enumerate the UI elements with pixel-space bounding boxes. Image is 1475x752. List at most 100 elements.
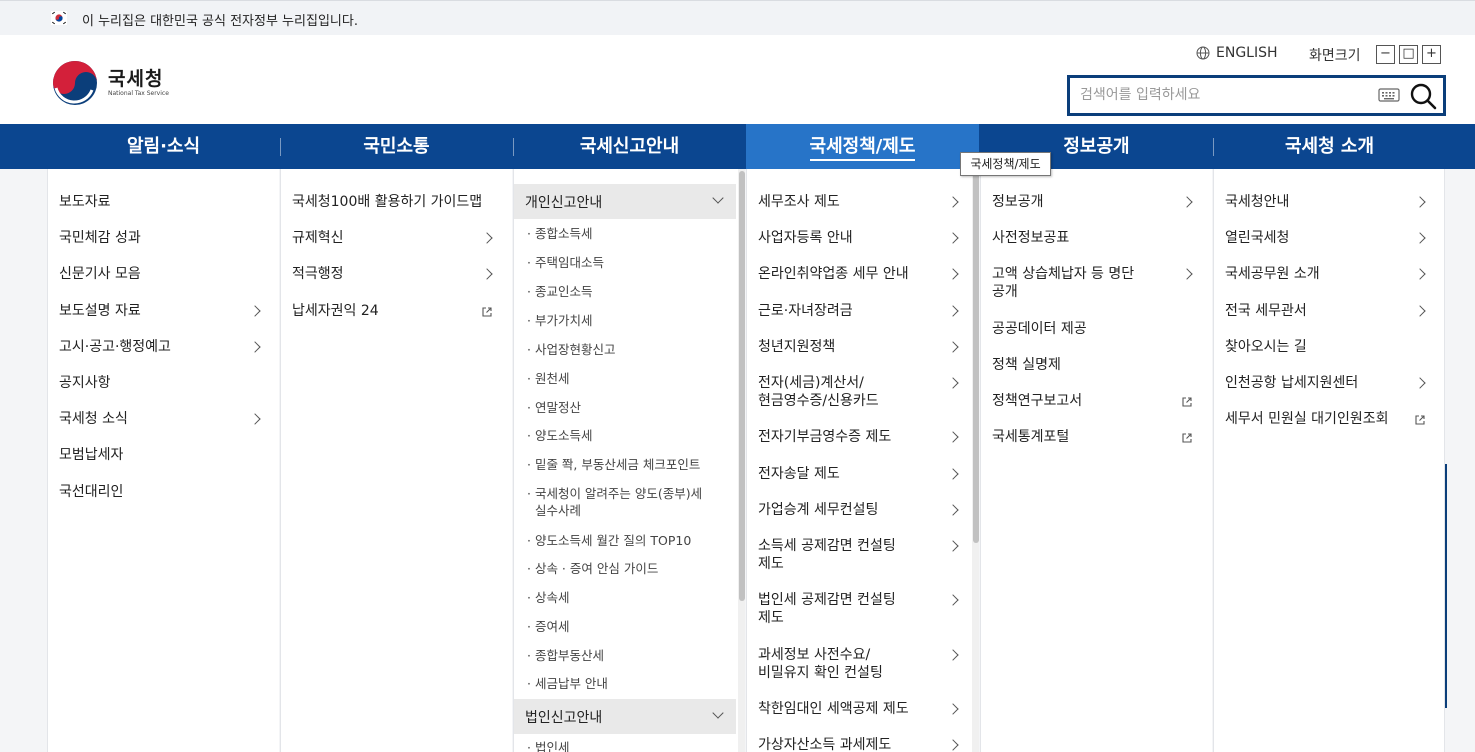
chevron-right-icon	[947, 377, 959, 389]
sub-menu-item[interactable]: · 상속 · 증여 안심 가이드	[527, 561, 658, 577]
menu-item[interactable]: 소득세 공제감면 컨설팅	[758, 537, 896, 555]
sub-menu-item[interactable]: · 부가가치세	[527, 313, 592, 329]
menu-item[interactable]: 근로·자녀장려금	[758, 302, 853, 320]
sub-menu-item[interactable]: · 양도소득세	[527, 428, 592, 444]
menu-col-disclosure: 정보공개 사전정보공표 고액 상습체납자 등 명단 공개 공공데이터 제공 정책…	[980, 169, 1212, 752]
menu-item[interactable]: 사업자등록 안내	[758, 229, 853, 247]
sub-menu-item[interactable]: · 국세청이 알려주는 양도(종부)세	[527, 486, 702, 502]
menu-item[interactable]: 납세자권익 24	[292, 302, 379, 320]
english-link[interactable]: ENGLISH	[1196, 45, 1278, 61]
menu-item[interactable]: 찾아오시는 길	[1225, 338, 1307, 356]
sub-menu-item[interactable]: · 사업장현황신고	[527, 342, 615, 358]
chevron-right-icon	[1414, 232, 1426, 244]
menu-item[interactable]: 전자기부금영수증 제도	[758, 428, 891, 446]
menu-item[interactable]: 세무조사 제도	[758, 193, 840, 211]
accordion-corporate[interactable]: 법인신고안내	[514, 699, 736, 734]
sub-menu-item[interactable]: · 세금납부 안내	[527, 676, 608, 692]
menu-item[interactable]: 보도자료	[59, 193, 111, 211]
menu-item[interactable]: 과세정보 사전수요/	[758, 646, 870, 664]
sub-menu-item[interactable]: · 양도소득세 월간 질의 TOP10	[527, 533, 691, 549]
menu-item[interactable]: 국선대리인	[59, 483, 123, 501]
menu-item[interactable]: 전자송달 제도	[758, 465, 840, 483]
menu-item-cont[interactable]: 제도	[758, 555, 784, 573]
font-decrease-button[interactable]: −	[1376, 45, 1395, 64]
menu-item[interactable]: 모범납세자	[59, 446, 123, 464]
scrollbar-thumb[interactable]	[973, 171, 979, 543]
chevron-right-icon	[481, 232, 493, 244]
font-increase-button[interactable]: +	[1422, 45, 1441, 64]
menu-col-news: 보도자료 국민체감 성과 신문기사 모음 보도설명 자료 고시·공고·행정예고 …	[47, 169, 279, 752]
nts-emblem-icon	[53, 61, 97, 105]
menu-item[interactable]: 착한임대인 세액공제 제도	[758, 700, 909, 718]
nav-tax-filing[interactable]: 국세신고안내	[513, 124, 746, 169]
menu-item[interactable]: 적극행정	[292, 265, 344, 283]
menu-item[interactable]: 가업승계 세무컨설팅	[758, 501, 878, 519]
chevron-right-icon	[947, 232, 959, 244]
menu-item[interactable]: 청년지원정책	[758, 338, 835, 356]
menu-item[interactable]: 온라인취약업종 세무 안내	[758, 265, 909, 283]
menu-item[interactable]: 정책 실명제	[992, 356, 1061, 374]
sub-menu-item[interactable]: · 밑줄 쫙, 부동산세금 체크포인트	[527, 457, 700, 473]
logo-subtitle: National Tax Service	[108, 90, 169, 97]
menu-item[interactable]: 인천공항 납세지원센터	[1225, 374, 1358, 392]
menu-col-tax-policy: 세무조사 제도 사업자등록 안내 온라인취약업종 세무 안내 근로·자녀장려금 …	[746, 169, 979, 752]
menu-item[interactable]: 가상자산소득 과세제도	[758, 736, 891, 752]
search-input[interactable]	[1080, 87, 1370, 103]
nav-tax-policy[interactable]: 국세정책/제도	[746, 124, 979, 169]
sub-menu-item[interactable]: · 원천세	[527, 371, 569, 387]
menu-item[interactable]: 규제혁신	[292, 229, 344, 247]
menu-item[interactable]: 신문기사 모음	[59, 265, 141, 283]
nav-news[interactable]: 알림·소식	[47, 124, 280, 169]
menu-item[interactable]: 국민체감 성과	[59, 229, 141, 247]
sub-menu-item[interactable]: · 법인세	[527, 740, 569, 752]
nav-about[interactable]: 국세청 소개	[1213, 124, 1446, 169]
menu-item[interactable]: 국세통계포털	[992, 428, 1069, 446]
menu-item-cont[interactable]: 공개	[992, 283, 1018, 301]
sub-menu-item[interactable]: · 상속세	[527, 590, 569, 606]
sub-menu-item[interactable]: · 연말정산	[527, 400, 581, 416]
menu-item[interactable]: 정책연구보고서	[992, 392, 1082, 410]
chevron-right-icon	[947, 739, 959, 751]
menu-item[interactable]: 사전정보공표	[992, 229, 1069, 247]
sub-menu-item[interactable]: · 종합부동산세	[527, 648, 604, 664]
menu-item[interactable]: 전자(세금)계산서/	[758, 374, 864, 392]
menu-item[interactable]: 국세청100배 활용하기 가이드맵	[292, 193, 482, 211]
font-reset-button[interactable]: □	[1399, 45, 1418, 64]
scrollbar-thumb[interactable]	[739, 171, 745, 601]
menu-item[interactable]: 법인세 공제감면 컨설팅	[758, 591, 896, 609]
accordion-individual[interactable]: 개인신고안내	[514, 184, 736, 219]
keyboard-icon[interactable]	[1378, 87, 1400, 103]
menu-item[interactable]: 정보공개	[992, 193, 1044, 211]
sub-menu-item[interactable]: · 종교인소득	[527, 284, 592, 300]
chevron-right-icon	[947, 305, 959, 317]
menu-item[interactable]: 국세공무원 소개	[1225, 265, 1320, 283]
nts-logo[interactable]: 국세청 National Tax Service	[52, 60, 202, 110]
search-icon[interactable]	[1409, 82, 1437, 110]
menu-item[interactable]: 공공데이터 제공	[992, 320, 1087, 338]
menu-item-cont[interactable]: 현금영수증/신용카드	[758, 392, 879, 410]
globe-icon	[1196, 46, 1210, 60]
menu-item-cont[interactable]: 비밀유지 확인 컨설팅	[758, 664, 883, 682]
chevron-down-icon	[712, 707, 724, 719]
menu-item[interactable]: 열린국세청	[1225, 229, 1289, 247]
sub-menu-item-cont[interactable]: 실수사례	[535, 503, 581, 519]
menu-item[interactable]: 공지사항	[59, 374, 111, 392]
menu-item[interactable]: 보도설명 자료	[59, 302, 141, 320]
sub-menu-item[interactable]: · 주택임대소득	[527, 255, 604, 271]
menu-item-cont[interactable]: 제도	[758, 609, 784, 627]
chevron-right-icon	[947, 594, 959, 606]
sub-menu-item[interactable]: · 종합소득세	[527, 226, 592, 242]
menu-item[interactable]: 고액 상습체납자 등 명단	[992, 265, 1134, 283]
font-size-label: 화면크기	[1309, 48, 1361, 64]
external-link-icon	[482, 307, 492, 317]
menu-item[interactable]: 고시·공고·행정예고	[59, 338, 171, 356]
nav-communication[interactable]: 국민소통	[280, 124, 513, 169]
menu-item[interactable]: 국세청안내	[1225, 193, 1289, 211]
menu-item[interactable]: 전국 세무관서	[1225, 302, 1307, 320]
menu-item[interactable]: 국세청 소식	[59, 410, 128, 428]
chevron-right-icon	[947, 196, 959, 208]
chevron-down-icon	[712, 192, 724, 204]
chevron-right-icon	[947, 649, 959, 661]
sub-menu-item[interactable]: · 증여세	[527, 619, 569, 635]
menu-item[interactable]: 세무서 민원실 대기인원조회	[1225, 410, 1388, 428]
